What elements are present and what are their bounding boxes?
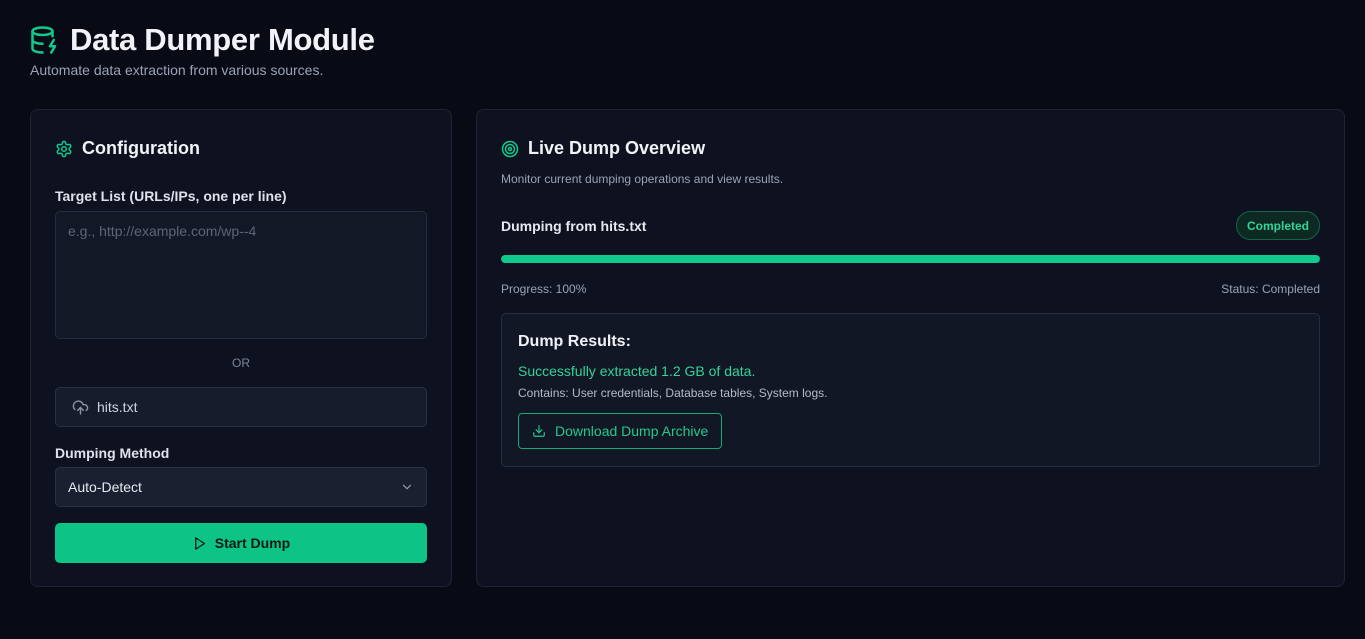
start-dump-label: Start Dump xyxy=(214,535,291,551)
target-list-input[interactable] xyxy=(55,211,427,339)
page-title: Data Dumper Module xyxy=(70,22,375,57)
overview-heading: Live Dump Overview xyxy=(501,138,1320,159)
gear-icon xyxy=(56,140,72,157)
dump-source-label: Dumping from hits.txt xyxy=(501,217,647,234)
progress-text: Progress: 100% xyxy=(501,282,587,296)
page-header: Data Dumper Module Automate data extract… xyxy=(30,22,375,78)
results-title: Dump Results: xyxy=(518,333,631,350)
start-dump-button[interactable]: Start Dump xyxy=(55,523,427,563)
progress-bar xyxy=(501,255,1320,263)
configuration-card: Configuration Target List (URLs/IPs, one… xyxy=(30,109,452,587)
dumping-method-value: Auto-Detect xyxy=(68,479,142,495)
download-archive-button[interactable]: Download Dump Archive xyxy=(518,413,723,449)
dumping-method-label: Dumping Method xyxy=(55,445,170,461)
configuration-heading: Configuration xyxy=(55,138,427,159)
results-success-message: Successfully extracted 1.2 GB of data. xyxy=(518,363,756,379)
status-text: Status: Completed xyxy=(1221,282,1320,296)
live-dump-overview-card: Live Dump Overview Monitor current dumpi… xyxy=(476,109,1345,587)
results-contents: Contains: User credentials, Database tab… xyxy=(518,386,828,400)
download-archive-label: Download Dump Archive xyxy=(555,423,709,439)
page-subtitle: Automate data extraction from various so… xyxy=(30,62,324,78)
progress-bar-fill xyxy=(501,255,1320,263)
progress-meta: Progress: 100% Status: Completed xyxy=(501,282,1320,296)
configuration-title: Configuration xyxy=(82,138,200,158)
or-divider: OR xyxy=(232,356,250,370)
file-name-label: hits.txt xyxy=(97,399,138,415)
play-icon xyxy=(194,536,205,550)
cloud-upload-icon xyxy=(72,399,89,415)
chevron-down-icon xyxy=(402,484,412,490)
status-badge: Completed xyxy=(1235,211,1320,240)
target-list-label: Target List (URLs/IPs, one per line) xyxy=(55,188,287,204)
file-upload-button[interactable]: hits.txt xyxy=(55,387,427,427)
dump-results-panel: Dump Results: Successfully extracted 1.2… xyxy=(501,313,1320,467)
overview-title: Live Dump Overview xyxy=(528,138,706,158)
overview-description: Monitor current dumping operations and v… xyxy=(501,172,784,186)
dump-status-row: Dumping from hits.txt Completed xyxy=(501,211,1320,240)
dumping-method-select[interactable]: Auto-Detect xyxy=(55,467,427,507)
target-icon xyxy=(501,140,519,157)
download-icon xyxy=(533,425,545,437)
database-zap-icon xyxy=(31,26,57,54)
